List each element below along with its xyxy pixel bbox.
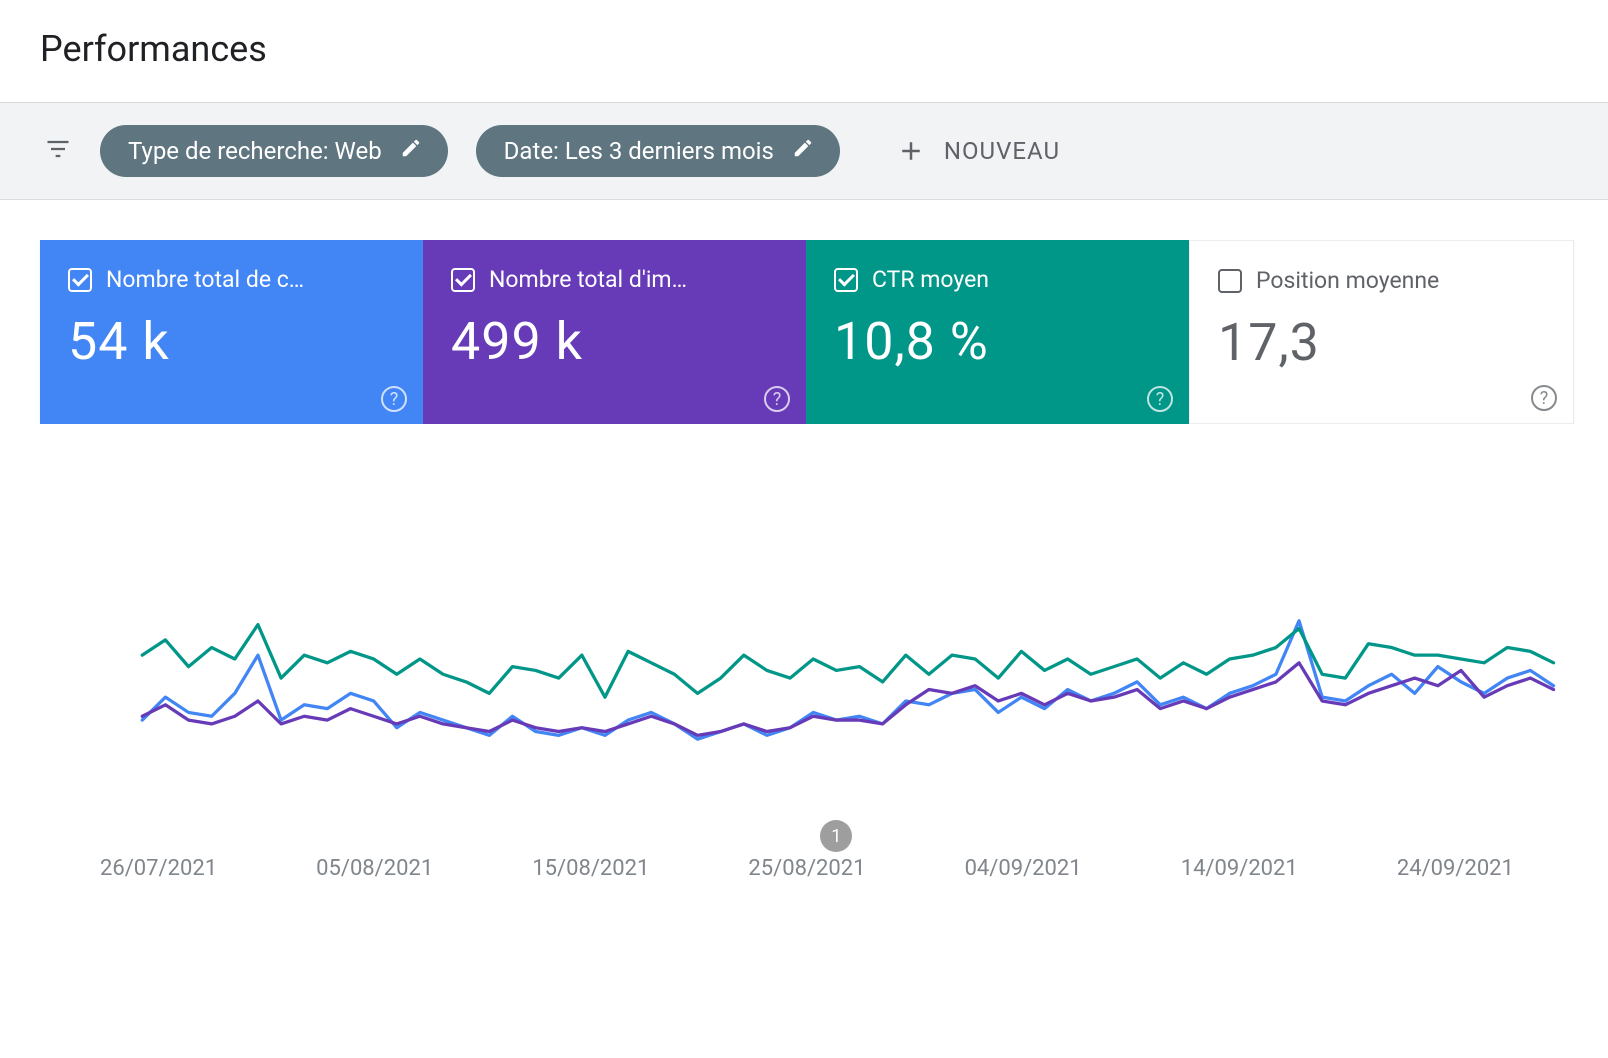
card-clicks-value: 54 k [68, 311, 395, 372]
card-clicks-label: Nombre total de c… [106, 266, 304, 293]
help-icon[interactable]: ? [381, 386, 407, 412]
chart[interactable]: 1 [40, 464, 1574, 832]
card-position[interactable]: Position moyenne 17,3 ? [1189, 240, 1574, 424]
card-impressions[interactable]: Nombre total d'im… 499 k ? [423, 240, 806, 424]
x-axis-label: 15/08/2021 [532, 856, 649, 881]
plus-icon [896, 136, 926, 166]
metric-cards: Nombre total de c… 54 k ? Nombre total d… [40, 240, 1574, 424]
checkbox-icon [834, 268, 858, 292]
checkbox-icon [68, 268, 92, 292]
card-position-label: Position moyenne [1256, 267, 1439, 294]
card-clicks[interactable]: Nombre total de c… 54 k ? [40, 240, 423, 424]
new-filter-button[interactable]: NOUVEAU [882, 128, 1074, 174]
x-axis-label: 04/09/2021 [965, 856, 1082, 881]
x-axis-label: 24/09/2021 [1397, 856, 1514, 881]
chip-search-type[interactable]: Type de recherche: Web [100, 125, 448, 177]
help-icon[interactable]: ? [764, 386, 790, 412]
milestone-marker[interactable]: 1 [820, 820, 852, 852]
milestone-label: 1 [831, 826, 841, 847]
chip-date-range-label: Date: Les 3 derniers mois [504, 137, 774, 165]
new-filter-label: NOUVEAU [944, 137, 1060, 165]
chip-search-type-label: Type de recherche: Web [128, 137, 382, 165]
card-position-value: 17,3 [1218, 312, 1545, 373]
x-axis-label: 25/08/2021 [748, 856, 865, 881]
card-ctr-label: CTR moyen [872, 266, 989, 293]
filter-icon[interactable] [44, 135, 72, 167]
filter-bar: Type de recherche: Web Date: Les 3 derni… [0, 102, 1608, 200]
card-ctr-value: 10,8 % [834, 311, 1161, 372]
x-axis-label: 26/07/2021 [100, 856, 217, 881]
card-impressions-label: Nombre total d'im… [489, 266, 687, 293]
card-ctr[interactable]: CTR moyen 10,8 % ? [806, 240, 1189, 424]
x-axis-label: 05/08/2021 [316, 856, 433, 881]
x-axis-label: 14/09/2021 [1181, 856, 1298, 881]
help-icon[interactable]: ? [1531, 385, 1557, 411]
pencil-icon [400, 137, 422, 165]
chip-date-range[interactable]: Date: Les 3 derniers mois [476, 125, 840, 177]
checkbox-icon [1218, 269, 1242, 293]
page-title: Performances [0, 0, 1608, 102]
card-impressions-value: 499 k [451, 311, 778, 372]
pencil-icon [792, 137, 814, 165]
help-icon[interactable]: ? [1147, 386, 1173, 412]
checkbox-icon [451, 268, 475, 292]
chart-x-axis: 26/07/2021 05/08/2021 15/08/2021 25/08/2021… [40, 832, 1574, 881]
